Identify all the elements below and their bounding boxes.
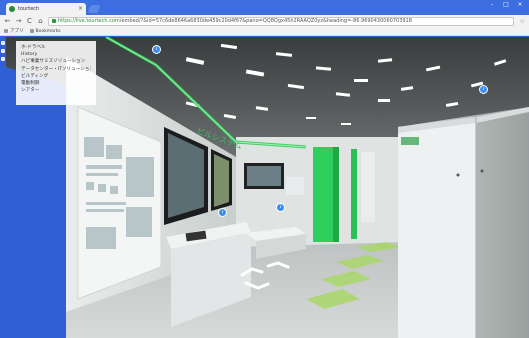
- info-hotspot[interactable]: i: [218, 208, 227, 217]
- bookmark-label: Bookmarks: [35, 28, 61, 34]
- cabinet-logo: [401, 137, 419, 145]
- window-close-button[interactable]: ×: [515, 1, 525, 9]
- close-icon[interactable]: ×: [78, 6, 83, 12]
- menu-item[interactable]: シアター: [21, 87, 91, 94]
- info-hotspot[interactable]: i: [152, 45, 161, 54]
- menu-item[interactable]: ホ-ドラベル: [21, 44, 91, 51]
- tab-title: tourtech: [18, 6, 40, 12]
- url-secure-part: https://live.tourtech.com: [58, 18, 120, 24]
- tab-tourtech[interactable]: tourtech ×: [6, 3, 86, 15]
- home-icon[interactable]: ⌂: [37, 17, 44, 25]
- new-tab-button[interactable]: [87, 5, 101, 13]
- menu-item[interactable]: History: [21, 51, 91, 58]
- bookmark-star-icon[interactable]: ☆: [520, 18, 525, 25]
- info-hotspot[interactable]: i: [479, 85, 488, 94]
- tour-menu: ホ-ドラベル History ハピ事業サミスソリューション データセンター・IT…: [16, 41, 96, 105]
- bookmark-bookmarks[interactable]: Bookmarks: [29, 28, 61, 34]
- back-icon[interactable]: ←: [4, 17, 11, 25]
- menu-toggle-icon[interactable]: [1, 41, 5, 45]
- forward-icon[interactable]: →: [15, 17, 22, 25]
- url-path: /embed/?&id=57c6de8646a6830de459c20d4f67…: [119, 18, 412, 24]
- maximize-button[interactable]: □: [501, 1, 511, 9]
- lock-icon: [52, 19, 56, 23]
- bookmarks-bar: アプリ Bookmarks: [0, 27, 529, 36]
- minus-icon[interactable]: [1, 57, 5, 61]
- menu-item[interactable]: 電動制御: [21, 80, 91, 87]
- folder-icon: [29, 29, 34, 33]
- reload-icon[interactable]: C: [26, 17, 33, 25]
- minimize-button[interactable]: –: [487, 1, 497, 9]
- window-controls: – □ ×: [487, 1, 525, 9]
- add-icon[interactable]: [1, 49, 5, 53]
- browser-window: tourtech × – □ × ← → C ⌂ https://live.to…: [0, 0, 529, 338]
- menu-item[interactable]: ハピ事業サミスソリューション: [21, 58, 91, 65]
- menu-item[interactable]: ビルディング: [21, 73, 91, 80]
- bookmark-apps[interactable]: アプリ: [4, 28, 24, 34]
- info-hotspot[interactable]: i: [276, 203, 285, 212]
- address-bar[interactable]: https://live.tourtech.com /embed/?&id=57…: [48, 16, 514, 26]
- browser-toolbar: ← → C ⌂ https://live.tourtech.com /embed…: [0, 15, 529, 27]
- green-pillar: [313, 147, 333, 242]
- tab-strip: tourtech × – □ ×: [0, 0, 529, 15]
- bookmark-label: アプリ: [10, 29, 24, 34]
- apps-icon: [4, 29, 8, 33]
- menu-item[interactable]: データセンター・ITソリューション: [21, 66, 91, 73]
- favicon-icon: [9, 6, 15, 12]
